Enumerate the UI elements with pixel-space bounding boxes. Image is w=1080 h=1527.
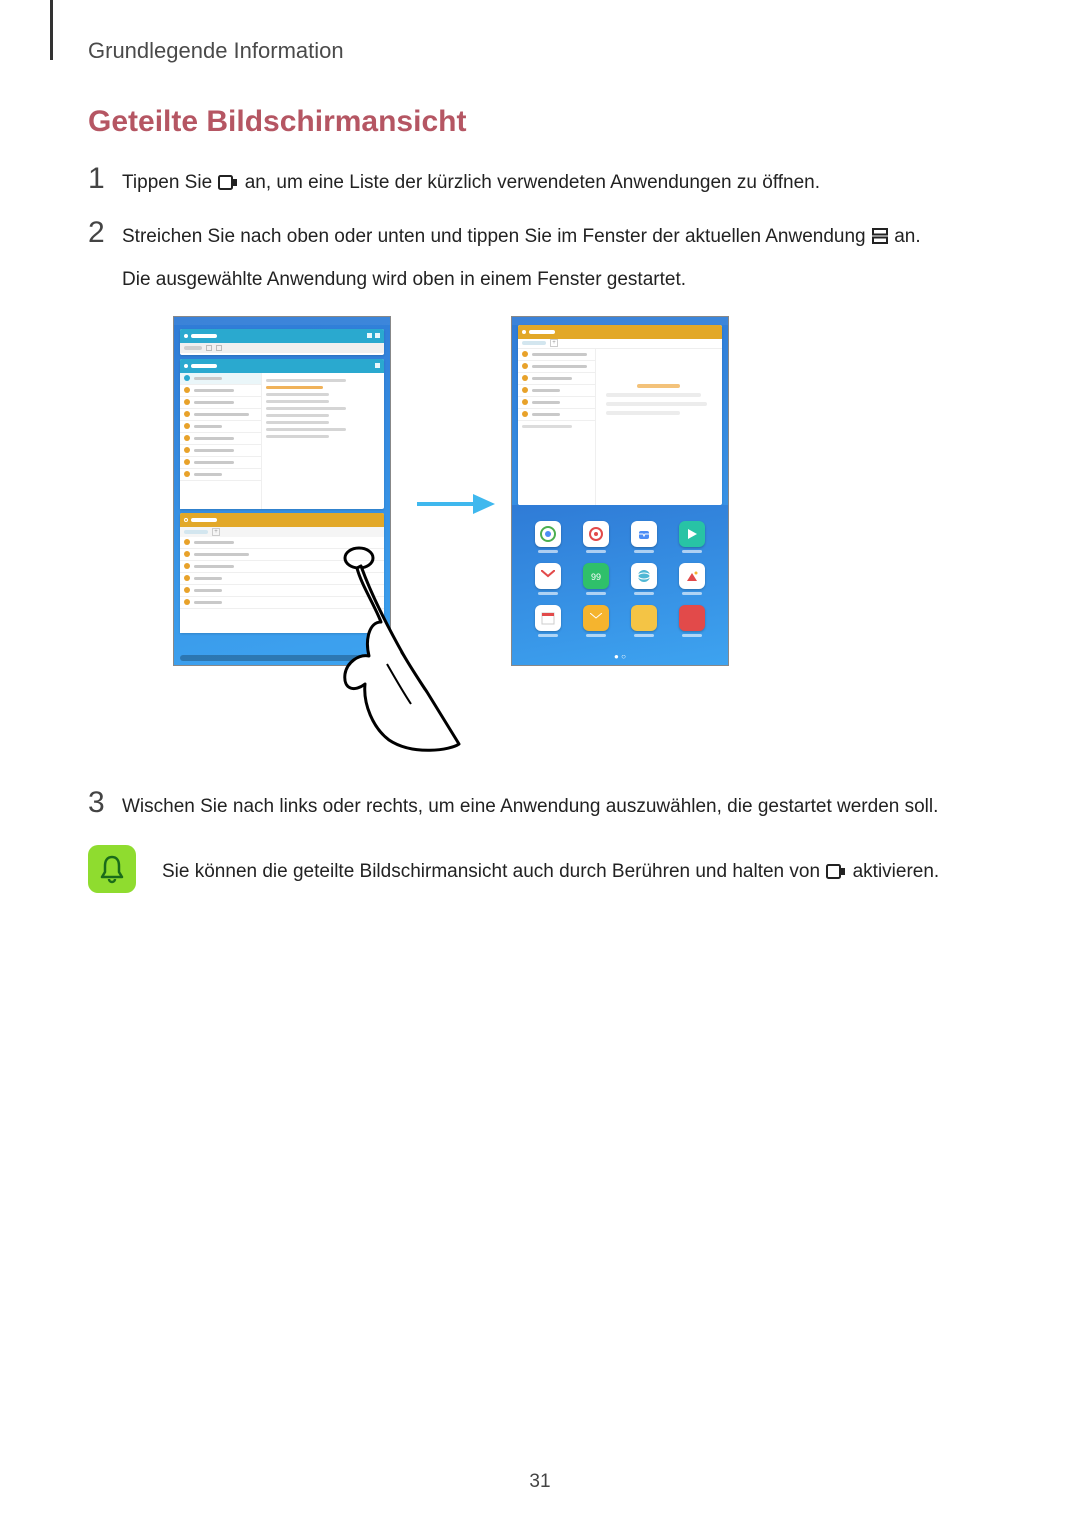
page-number: 31 [0, 1471, 1080, 1493]
app-icon [679, 605, 705, 631]
step-2-text-a: Streichen Sie nach oben oder unten und t… [122, 226, 871, 247]
browser-icon [631, 563, 657, 589]
hand-pointer-icon [341, 544, 491, 754]
chrome-icon [535, 521, 561, 547]
step-2: 2 Streichen Sie nach oben oder unten und… [88, 221, 993, 296]
main-content: Geteilte Bildschirmansicht 1 Tippen Sie … [88, 105, 993, 893]
step-2-line2: Die ausgewählte Anwendung wird oben in e… [122, 264, 993, 296]
split-screen-icon [872, 223, 888, 255]
margin-rule [50, 0, 53, 60]
note-text-a: Sie können die geteilte Bildschirmansich… [162, 861, 825, 882]
recent-apps-icon [826, 859, 846, 889]
note-bell-icon [88, 845, 136, 893]
screenshot-after: + [511, 316, 729, 666]
app-icon [583, 521, 609, 547]
app-icon [631, 605, 657, 631]
note-callout: Sie können die geteilte Bildschirmansich… [88, 845, 993, 893]
step-1-text-b: an, um eine Liste der kürzlich verwendet… [245, 172, 820, 193]
step-2-text-b: an. [894, 226, 920, 247]
step-1: 1 Tippen Sie an, um eine Liste der kürzl… [88, 167, 993, 201]
app-icon: 99 [583, 563, 609, 589]
app-icon [631, 521, 657, 547]
arrow-icon [415, 492, 495, 516]
recent-apps-icon [218, 169, 238, 201]
instruction-figure: + + [173, 316, 933, 761]
calendar-icon [535, 605, 561, 631]
step-1-text-a: Tippen Sie [122, 172, 217, 193]
gallery-icon [679, 563, 705, 589]
app-icon [679, 521, 705, 547]
step-number: 2 [88, 218, 122, 248]
svg-text:99: 99 [591, 572, 601, 582]
step-number: 1 [88, 164, 122, 194]
step-3-text: Wischen Sie nach links oder rechts, um e… [122, 791, 993, 823]
step-3: 3 Wischen Sie nach links oder rechts, um… [88, 791, 993, 823]
step-number: 3 [88, 788, 122, 818]
running-header: Grundlegende Information [88, 38, 344, 64]
note-text-b: aktivieren. [853, 861, 940, 882]
mail-icon [583, 605, 609, 631]
note-text: Sie können die geteilte Bildschirmansich… [162, 857, 939, 889]
section-title: Geteilte Bildschirmansicht [88, 105, 993, 139]
step-2-text: Streichen Sie nach oben oder unten und t… [122, 221, 993, 296]
step-1-text: Tippen Sie an, um eine Liste der kürzlic… [122, 167, 993, 201]
gmail-icon [535, 563, 561, 589]
